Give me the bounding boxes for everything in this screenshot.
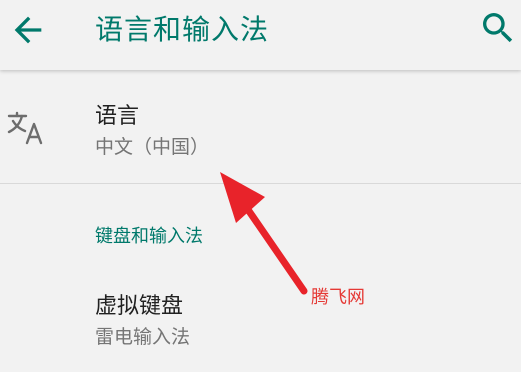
language-summary: 中文（中国） <box>95 136 210 158</box>
arrow-back-icon <box>14 16 42 44</box>
virtual-keyboard-title: 虚拟键盘 <box>95 294 184 319</box>
search-button[interactable] <box>478 8 518 48</box>
arrowhead <box>220 172 265 223</box>
virtual-keyboard-summary: 雷电输入法 <box>95 326 191 348</box>
app-bar: 语言和输入法 <box>0 0 521 70</box>
virtual-keyboard-preference[interactable]: 虚拟键盘 雷电输入法 <box>0 280 521 360</box>
language-title: 语言 <box>95 104 140 129</box>
arrow-shaft <box>236 194 308 295</box>
keyboard-category-title: 键盘和输入法 <box>95 226 203 247</box>
page-title: 语言和输入法 <box>95 13 270 46</box>
language-preference[interactable]: 语言 中文（中国） <box>0 84 521 176</box>
search-icon <box>483 13 513 43</box>
watermark-text: 腾飞网 <box>311 287 365 308</box>
section-divider <box>0 183 521 184</box>
translate-icon <box>6 110 46 148</box>
back-button[interactable] <box>8 10 48 50</box>
